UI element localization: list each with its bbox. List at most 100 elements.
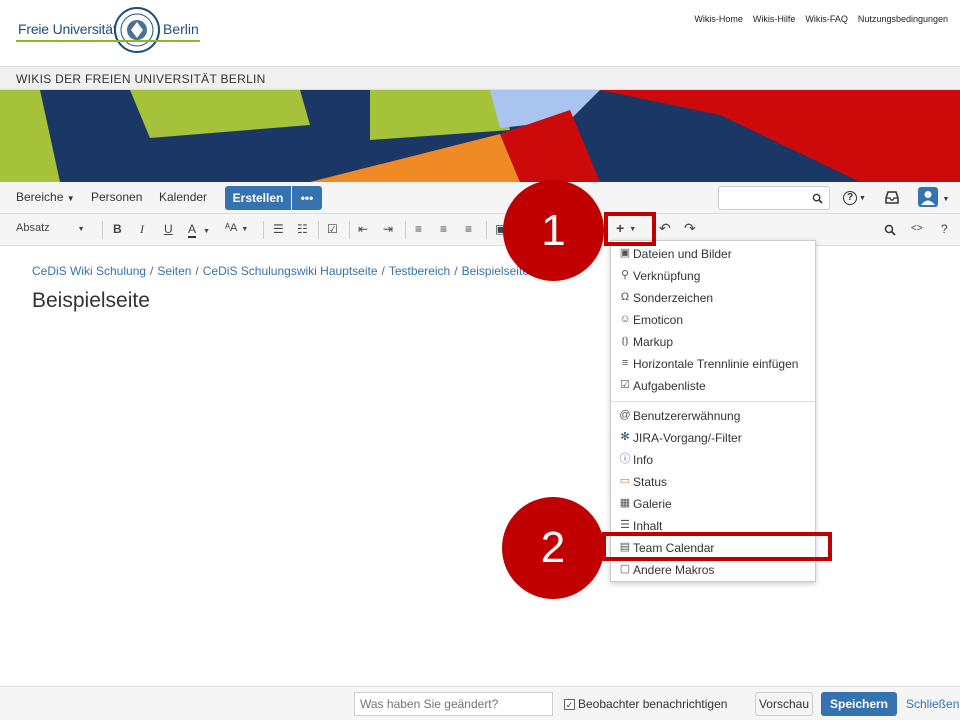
chevron-down-icon: ▼ (857, 195, 866, 202)
align-right-icon[interactable]: ≡ (465, 222, 472, 236)
chevron-down-icon: ▼ (77, 226, 85, 233)
menu-item-label: Emoticon (633, 313, 684, 327)
link-icon: ⚲ (620, 269, 630, 281)
search-icon (812, 193, 823, 204)
breadcrumb-item[interactable]: Testbereich (389, 264, 450, 278)
menu-item-label: Status (633, 475, 668, 489)
notify-watchers-checkbox[interactable]: ✓ Beobachter benachrichtigen (564, 697, 727, 711)
create-button[interactable]: Erstellen (225, 186, 291, 210)
menu-item-other-macros[interactable]: ▢ Andere Makros (611, 559, 815, 581)
chevron-down-icon: ▼ (241, 226, 249, 233)
at-icon: @ (619, 409, 631, 421)
toolbar-divider (102, 221, 103, 239)
app-navigation: Bereiche ▼ Personen Kalender Erstellen •… (0, 182, 960, 214)
source-editor-icon[interactable]: <> (911, 223, 923, 234)
help-icon: ? (843, 191, 857, 205)
text-color-icon: A (188, 222, 197, 238)
numbered-list-icon[interactable]: ☷ (297, 222, 308, 236)
italic-button[interactable]: I (140, 222, 144, 237)
menu-item-label: JIRA-Vorgang/-Filter (633, 431, 742, 445)
menu-item-label: Aufgabenliste (633, 379, 706, 393)
help-menu[interactable]: ? ▼ (843, 189, 866, 205)
status-icon: ▭ (619, 475, 631, 487)
preview-button[interactable]: Vorschau (755, 692, 813, 716)
underline-button[interactable]: U (164, 222, 173, 236)
bullet-list-icon[interactable]: ☰ (273, 222, 284, 236)
markup-icon: ⦅⦆ (621, 335, 629, 347)
breadcrumb-item[interactable]: CeDiS Wiki Schulung (32, 264, 146, 278)
search-input[interactable] (718, 186, 830, 210)
menu-item-markup[interactable]: ⦅⦆ Markup (611, 331, 815, 353)
indent-icon[interactable]: ⇥ (383, 222, 393, 236)
menu-item-status[interactable]: ▭ Status (611, 471, 815, 493)
inbox-icon[interactable] (885, 191, 899, 204)
insert-dropdown-menu: ▣ Dateien und Bilder ⚲ Verknüpfung Ω Sonder… (610, 240, 816, 582)
info-icon: ⓘ (619, 453, 631, 465)
menu-item-label: Galerie (633, 497, 672, 511)
menu-item-label: Benutzererwähnung (633, 409, 741, 423)
menu-item-special-chars[interactable]: Ω Sonderzeichen (611, 287, 815, 309)
menu-item-user-mention[interactable]: @ Benutzererwähnung (611, 405, 815, 427)
clear-format-icon: ᴬA (225, 222, 238, 234)
step-2-callout: 2 (502, 497, 604, 599)
wiki-title: WIKIS DER FREIEN UNIVERSITÄT BERLIN (16, 72, 266, 86)
toolbar-divider (318, 221, 319, 239)
page-title-input[interactable]: Beispielseite (32, 289, 150, 313)
nav-people[interactable]: Personen (91, 190, 142, 204)
breadcrumb-item[interactable]: CeDiS Schulungswiki Hauptseite (203, 264, 378, 278)
site-header: Freie Universität Berlin Wikis-Home Wiki… (0, 0, 960, 66)
chevron-down-icon: ▼ (942, 196, 950, 203)
top-links: Wikis-Home Wikis-Hilfe Wikis-FAQ Nutzung… (694, 14, 948, 24)
paragraph-format-label: Absatz (16, 222, 50, 234)
close-link[interactable]: Schließen (906, 697, 959, 711)
link-wikis-help[interactable]: Wikis-Hilfe (753, 14, 796, 24)
align-center-icon[interactable]: ≡ (440, 222, 447, 236)
menu-item-gallery[interactable]: ▦ Galerie (611, 493, 815, 515)
link-wikis-faq[interactable]: Wikis-FAQ (805, 14, 848, 24)
link-wikis-home[interactable]: Wikis-Home (694, 14, 743, 24)
menu-item-label: Dateien und Bilder (633, 247, 732, 261)
menu-item-emoticon[interactable]: ☺ Emoticon (611, 309, 815, 331)
fu-berlin-logo[interactable]: Freie Universität Berlin (16, 6, 200, 54)
nav-calendar[interactable]: Kalender (159, 190, 207, 204)
undo-icon[interactable]: ↶ (659, 220, 671, 237)
link-terms[interactable]: Nutzungsbedingungen (858, 14, 948, 24)
find-replace-icon[interactable] (884, 224, 896, 236)
align-left-icon[interactable]: ≡ (415, 222, 422, 236)
editor-help-icon[interactable]: ? (941, 222, 948, 236)
redo-icon[interactable]: ↷ (684, 220, 696, 237)
omega-icon: Ω (620, 291, 630, 303)
menu-divider (611, 401, 815, 402)
paragraph-format-select[interactable]: Absatz ▼ (16, 222, 85, 234)
menu-item-files-images[interactable]: ▣ Dateien und Bilder (611, 243, 815, 265)
text-color-button[interactable]: A ▼ (188, 222, 210, 238)
nav-spaces-menu[interactable]: Bereiche ▼ (16, 190, 75, 204)
wiki-editor-screen: Freie Universität Berlin Wikis-Home Wiki… (0, 0, 960, 720)
editor-footer: ✓ Beobachter benachrichtigen Vorschau Sp… (0, 686, 960, 720)
highlight-frame-insert (604, 212, 656, 246)
more-formatting-button[interactable]: ᴬA ▼ (225, 222, 248, 234)
outdent-icon[interactable]: ⇤ (358, 222, 368, 236)
breadcrumb-item[interactable]: Seiten (157, 264, 191, 278)
menu-item-jira[interactable]: ✻ JIRA-Vorgang/-Filter (611, 427, 815, 449)
create-more-button[interactable]: ••• (292, 186, 322, 210)
logo-text-right: Berlin (163, 21, 199, 37)
change-comment-input[interactable] (354, 692, 553, 716)
menu-item-link[interactable]: ⚲ Verknüpfung (611, 265, 815, 287)
toolbar-divider (405, 221, 406, 239)
chevron-down-icon: ▼ (203, 228, 210, 235)
menu-item-label: Andere Makros (633, 563, 715, 577)
task-list-icon[interactable]: ☑ (327, 222, 338, 236)
menu-item-label: Inhalt (633, 519, 663, 533)
menu-item-horizontal-rule[interactable]: ≡ Horizontale Trennlinie einfügen (611, 353, 815, 375)
menu-item-label: Verknüpfung (633, 269, 701, 283)
menu-item-info[interactable]: ⓘ Info (611, 449, 815, 471)
smiley-icon: ☺ (619, 313, 631, 325)
highlight-frame-team-calendar (602, 532, 832, 561)
macro-icon: ▢ (619, 563, 631, 575)
user-menu[interactable]: ▼ (918, 187, 949, 212)
bold-button[interactable]: B (113, 222, 122, 236)
menu-item-task-list[interactable]: ☑ Aufgabenliste (611, 375, 815, 397)
breadcrumb: CeDiS Wiki Schulung / Seiten / CeDiS Schulun… (32, 264, 529, 278)
save-button[interactable]: Speichern (821, 692, 897, 716)
